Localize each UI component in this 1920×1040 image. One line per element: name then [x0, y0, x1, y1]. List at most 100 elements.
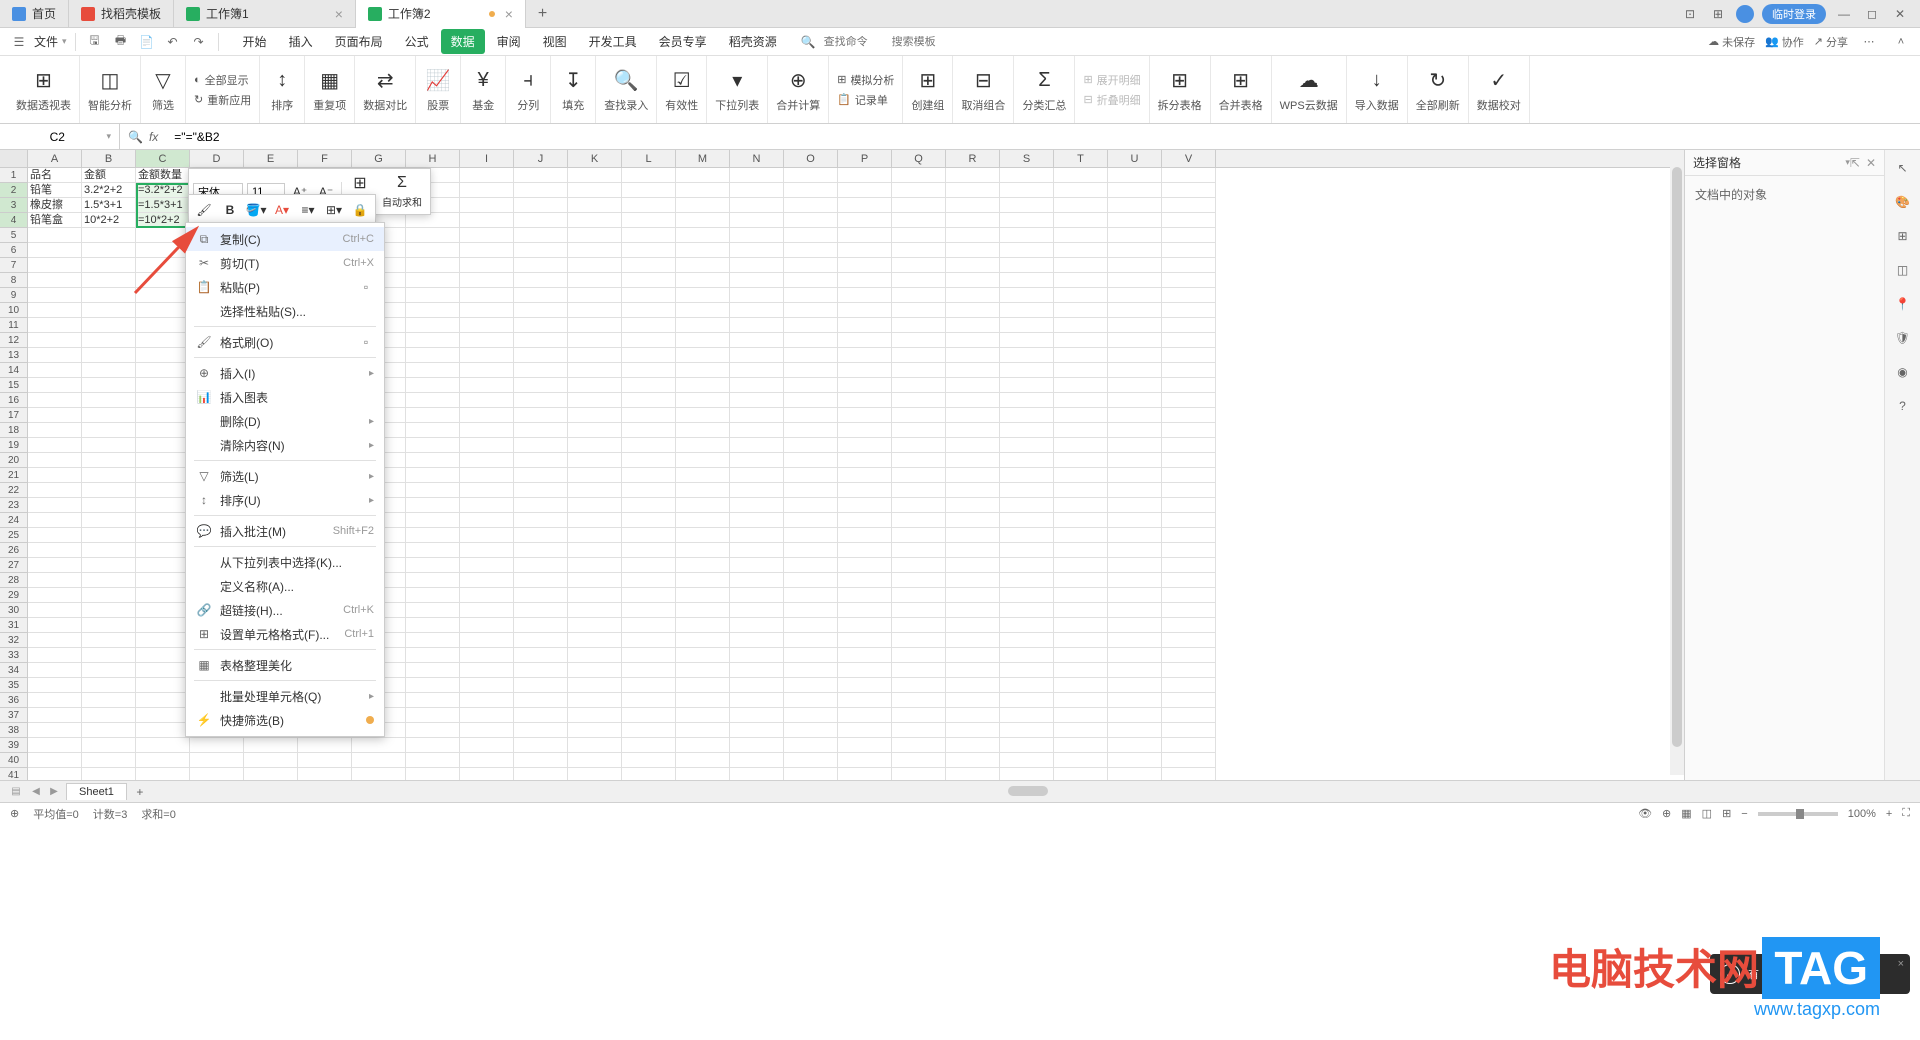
ribbon-analysis[interactable]: ◫智能分析	[80, 56, 141, 123]
cell-A19[interactable]	[28, 438, 82, 453]
collab-button[interactable]: 👥 协作	[1765, 34, 1804, 50]
cell-A41[interactable]	[28, 768, 82, 780]
border-icon[interactable]: ⊞▾	[323, 199, 345, 221]
cell-R29[interactable]	[946, 588, 1000, 603]
cell-U28[interactable]	[1108, 573, 1162, 588]
row-header-11[interactable]: 11	[0, 318, 28, 333]
cell-S39[interactable]	[1000, 738, 1054, 753]
cell-M15[interactable]	[676, 378, 730, 393]
cell-A15[interactable]	[28, 378, 82, 393]
cell-P23[interactable]	[838, 498, 892, 513]
fx-icon[interactable]: fx	[149, 130, 158, 144]
row-header-38[interactable]: 38	[0, 723, 28, 738]
cell-I29[interactable]	[460, 588, 514, 603]
tab-insert[interactable]: 插入	[279, 29, 323, 54]
cell-S9[interactable]	[1000, 288, 1054, 303]
cell-U2[interactable]	[1108, 183, 1162, 198]
cell-B18[interactable]	[82, 423, 136, 438]
cell-U39[interactable]	[1108, 738, 1162, 753]
cell-Q30[interactable]	[892, 603, 946, 618]
cell-T21[interactable]	[1054, 468, 1108, 483]
cell-N11[interactable]	[730, 318, 784, 333]
cell-C33[interactable]	[136, 648, 190, 663]
cell-K6[interactable]	[568, 243, 622, 258]
cell-I22[interactable]	[460, 483, 514, 498]
cell-K22[interactable]	[568, 483, 622, 498]
cell-O21[interactable]	[784, 468, 838, 483]
cell-L6[interactable]	[622, 243, 676, 258]
cell-B31[interactable]	[82, 618, 136, 633]
cell-V25[interactable]	[1162, 528, 1216, 543]
ctx-S[interactable]: 选择性粘贴(S)...	[186, 299, 384, 323]
cell-V28[interactable]	[1162, 573, 1216, 588]
cell-T6[interactable]	[1054, 243, 1108, 258]
cell-O1[interactable]	[784, 168, 838, 183]
cell-Q38[interactable]	[892, 723, 946, 738]
cell-U14[interactable]	[1108, 363, 1162, 378]
row-header-30[interactable]: 30	[0, 603, 28, 618]
cell-U1[interactable]	[1108, 168, 1162, 183]
cell-I19[interactable]	[460, 438, 514, 453]
cell-J40[interactable]	[514, 753, 568, 768]
cell-A22[interactable]	[28, 483, 82, 498]
row-header-16[interactable]: 16	[0, 393, 28, 408]
col-header-G[interactable]: G	[352, 150, 406, 167]
cell-B6[interactable]	[82, 243, 136, 258]
row-header-21[interactable]: 21	[0, 468, 28, 483]
cell-M29[interactable]	[676, 588, 730, 603]
cell-A1[interactable]: 品名	[28, 168, 82, 183]
cell-H12[interactable]	[406, 333, 460, 348]
cell-C6[interactable]	[136, 243, 190, 258]
autosum-button[interactable]: Σ 自动求和	[378, 174, 426, 209]
cell-A25[interactable]	[28, 528, 82, 543]
cell-S12[interactable]	[1000, 333, 1054, 348]
cell-N39[interactable]	[730, 738, 784, 753]
cell-H16[interactable]	[406, 393, 460, 408]
cell-J31[interactable]	[514, 618, 568, 633]
cell-G41[interactable]	[352, 768, 406, 780]
cell-I11[interactable]	[460, 318, 514, 333]
cell-B17[interactable]	[82, 408, 136, 423]
cell-L22[interactable]	[622, 483, 676, 498]
cell-B12[interactable]	[82, 333, 136, 348]
cell-Q10[interactable]	[892, 303, 946, 318]
ribbon-fill[interactable]: ↧填充	[551, 56, 596, 123]
cell-A18[interactable]	[28, 423, 82, 438]
cell-J36[interactable]	[514, 693, 568, 708]
cell-H33[interactable]	[406, 648, 460, 663]
cell-R20[interactable]	[946, 453, 1000, 468]
cell-K18[interactable]	[568, 423, 622, 438]
cell-P36[interactable]	[838, 693, 892, 708]
cell-P10[interactable]	[838, 303, 892, 318]
cell-P17[interactable]	[838, 408, 892, 423]
cell-L4[interactable]	[622, 213, 676, 228]
row-header-36[interactable]: 36	[0, 693, 28, 708]
cell-V5[interactable]	[1162, 228, 1216, 243]
cell-T8[interactable]	[1054, 273, 1108, 288]
cell-K15[interactable]	[568, 378, 622, 393]
cell-O17[interactable]	[784, 408, 838, 423]
cell-K20[interactable]	[568, 453, 622, 468]
cell-I27[interactable]	[460, 558, 514, 573]
cell-Q35[interactable]	[892, 678, 946, 693]
cell-T16[interactable]	[1054, 393, 1108, 408]
cell-O19[interactable]	[784, 438, 838, 453]
cell-C34[interactable]	[136, 663, 190, 678]
cell-P27[interactable]	[838, 558, 892, 573]
cell-T29[interactable]	[1054, 588, 1108, 603]
cursor-icon[interactable]: ↖	[1893, 158, 1913, 178]
cell-S36[interactable]	[1000, 693, 1054, 708]
tab-home[interactable]: 首页	[0, 0, 69, 28]
cell-K36[interactable]	[568, 693, 622, 708]
cell-J35[interactable]	[514, 678, 568, 693]
cell-P3[interactable]	[838, 198, 892, 213]
cell-K17[interactable]	[568, 408, 622, 423]
cell-G40[interactable]	[352, 753, 406, 768]
cell-Q20[interactable]	[892, 453, 946, 468]
cell-Q36[interactable]	[892, 693, 946, 708]
cell-B38[interactable]	[82, 723, 136, 738]
col-header-S[interactable]: S	[1000, 150, 1054, 167]
tab-view[interactable]: 视图	[533, 29, 577, 54]
cell-K13[interactable]	[568, 348, 622, 363]
row-header-35[interactable]: 35	[0, 678, 28, 693]
